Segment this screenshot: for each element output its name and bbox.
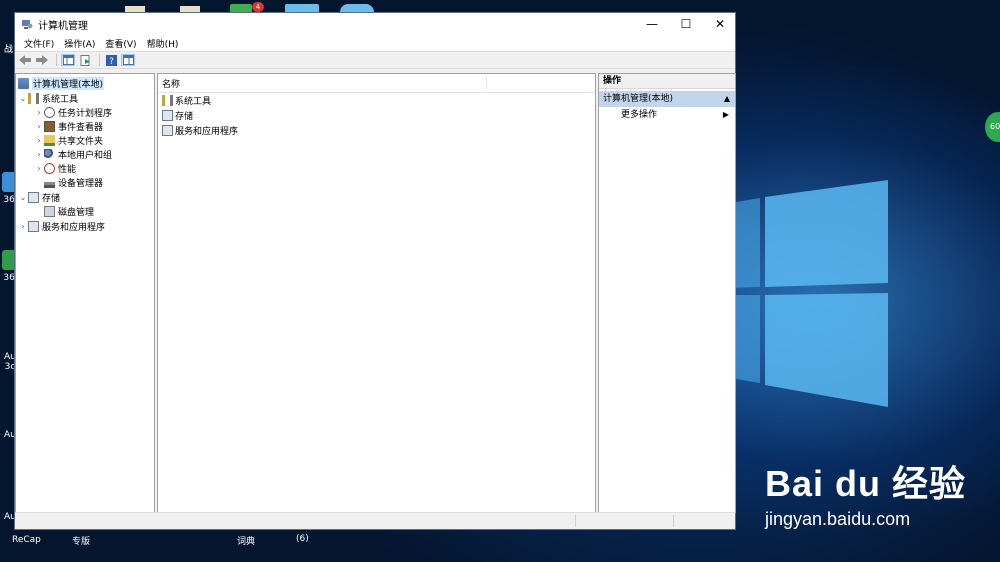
users-icon [44, 148, 55, 160]
services-icon [28, 220, 39, 232]
tree-item-services-apps[interactable]: › 服务和应用程序 [18, 219, 105, 233]
action-more-actions[interactable]: 更多操作 ▶ [599, 107, 735, 123]
computer-management-window: 计算机管理 — ☐ ✕ 文件(F) 操作(A) 查看(V) 帮助(H) ? 计算… [14, 12, 736, 530]
menu-help[interactable]: 帮助(H) [142, 37, 184, 50]
export-list-icon [80, 54, 90, 66]
toolbar-separator [99, 54, 100, 66]
status-bar-divider [673, 515, 674, 527]
desktop-icon-label: 专版 [72, 537, 91, 547]
desktop-icon-label[interactable]: 战 [4, 42, 13, 55]
tree-item-storage[interactable]: ⌄ 存储 [18, 190, 60, 204]
tree-item-system-tools[interactable]: ⌄ 系统工具 [18, 91, 78, 105]
column-name-label: 名称 [162, 79, 181, 90]
console-tree: 计算机管理(本地) ⌄ 系统工具 › 任务计划程序 › 事件查看器 › 共享文件… [15, 73, 155, 513]
actions-pane: 操作 计算机管理(本地) ▲ 更多操作 ▶ [598, 73, 736, 513]
event-viewer-icon [44, 120, 55, 132]
computer-management-icon [18, 77, 29, 89]
export-list-button[interactable] [78, 54, 92, 66]
tree-item-shared-folders[interactable]: › 共享文件夹 [34, 133, 103, 147]
clock-icon [44, 106, 55, 118]
tree-item-task-scheduler[interactable]: › 任务计划程序 [34, 105, 112, 119]
maximize-button[interactable]: ☐ [669, 13, 703, 35]
forward-button[interactable] [35, 54, 49, 66]
collapse-triangle-icon[interactable]: ▲ [724, 91, 730, 107]
back-button[interactable] [18, 54, 32, 66]
collapse-chevron-icon[interactable]: › [34, 150, 44, 159]
properties-button[interactable] [121, 54, 135, 66]
tree-item-local-users-groups[interactable]: › 本地用户和组 [34, 147, 112, 161]
action-group-computer-management[interactable]: 计算机管理(本地) ▲ [599, 91, 735, 107]
collapse-chevron-icon[interactable]: › [18, 222, 28, 231]
tools-icon [28, 92, 39, 104]
toolbar: ? [15, 51, 735, 69]
help-icon: ? [105, 54, 117, 66]
list-item-storage[interactable]: 存储 [158, 108, 595, 123]
tree-item-device-manager[interactable]: 设备管理器 [44, 175, 103, 189]
storage-icon [162, 110, 173, 121]
tree-item-disk-management[interactable]: 磁盘管理 [44, 204, 94, 218]
submenu-arrow-icon: ▶ [722, 110, 729, 119]
expand-chevron-icon[interactable]: ⌄ [18, 94, 28, 103]
tree-item-event-viewer[interactable]: › 事件查看器 [34, 119, 103, 133]
tree-item-performance[interactable]: › 性能 [34, 161, 76, 175]
collapse-chevron-icon[interactable]: › [34, 108, 44, 117]
notification-badge: 4 [252, 2, 264, 12]
computer-management-icon [22, 20, 33, 29]
tree-item-root[interactable]: 计算机管理(本地) [18, 76, 105, 90]
status-bar [15, 512, 735, 529]
device-manager-icon [44, 176, 55, 188]
collapse-chevron-icon[interactable]: › [34, 136, 44, 145]
menu-action[interactable]: 操作(A) [59, 37, 100, 50]
list-column-header[interactable]: 名称 [158, 74, 595, 93]
watermark-brand: Bai du 经验 [765, 463, 967, 504]
result-list: 名称 系统工具 存储 服务和应用程序 [157, 73, 596, 513]
show-hide-tree-icon [62, 55, 74, 65]
menu-bar: 文件(F) 操作(A) 查看(V) 帮助(H) [15, 35, 735, 51]
watermark-url: jingyan.baidu.com [765, 509, 911, 529]
desktop-icon-label: 词典 [237, 537, 256, 547]
collapse-chevron-icon[interactable]: › [34, 122, 44, 131]
actions-header: 操作 [599, 74, 735, 89]
list-item-services-apps[interactable]: 服务和应用程序 [158, 123, 595, 138]
menu-view[interactable]: 查看(V) [100, 37, 141, 50]
status-bar-divider [575, 515, 576, 527]
help-button[interactable]: ? [104, 54, 118, 66]
column-separator[interactable] [486, 76, 487, 90]
list-item-system-tools[interactable]: 系统工具 [158, 93, 595, 108]
tools-icon [162, 95, 173, 106]
services-icon [162, 125, 173, 136]
back-icon [19, 55, 31, 65]
disk-icon [44, 205, 55, 217]
performance-icon [44, 162, 55, 174]
expand-chevron-icon[interactable]: ⌄ [18, 193, 28, 202]
window-title: 计算机管理 [38, 20, 88, 32]
properties-icon [122, 55, 134, 65]
windows-logo-wallpaper [730, 180, 888, 407]
toolbar-separator [56, 54, 57, 66]
storage-icon [28, 191, 39, 203]
desktop-icon-labels-row: 专版 词典 (6) [0, 534, 740, 548]
desktop-icon-label: (6) [296, 534, 309, 544]
minimize-button[interactable]: — [635, 13, 669, 35]
main-panes: 计算机管理(本地) ⌄ 系统工具 › 任务计划程序 › 事件查看器 › 共享文件… [15, 73, 736, 514]
title-bar[interactable]: 计算机管理 — ☐ ✕ [15, 13, 735, 35]
show-hide-tree-button[interactable] [61, 54, 75, 66]
shared-folder-icon [44, 134, 55, 146]
close-button[interactable]: ✕ [703, 13, 737, 35]
baidu-jingyan-watermark: Bai du 经验 jingyan.baidu.com [765, 455, 966, 530]
svg-text:?: ? [109, 57, 114, 66]
menu-file[interactable]: 文件(F) [19, 37, 59, 50]
forward-icon [36, 55, 48, 65]
collapse-chevron-icon[interactable]: › [34, 164, 44, 173]
